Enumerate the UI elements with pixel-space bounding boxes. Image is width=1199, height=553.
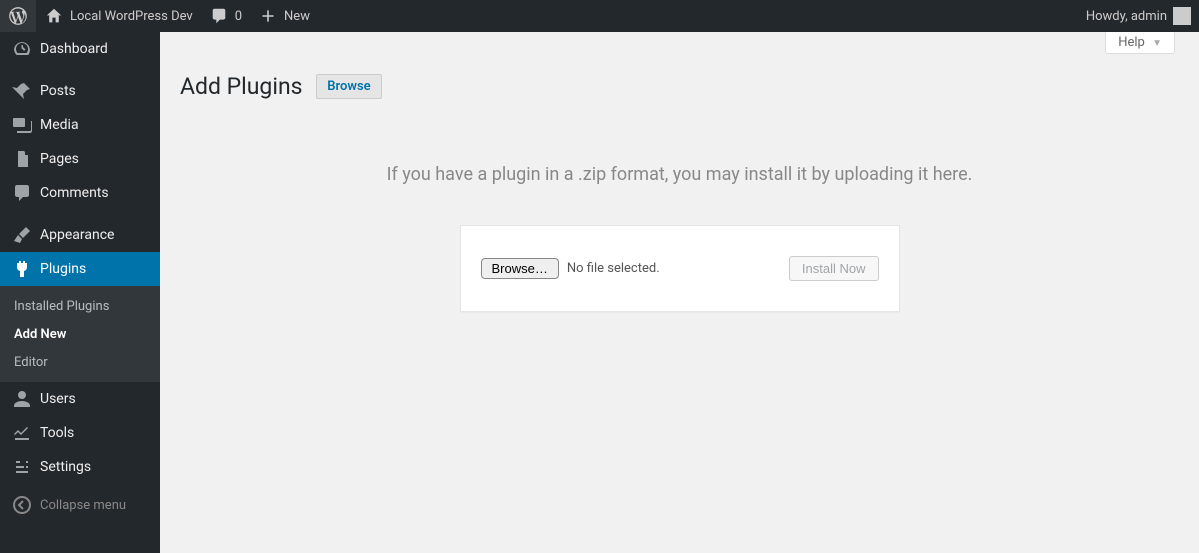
help-tab-label: Help [1118, 35, 1145, 50]
page-title: Add Plugins Browse [180, 64, 1179, 104]
home-icon [44, 6, 64, 26]
submenu-installed-plugins[interactable]: Installed Plugins [0, 292, 160, 320]
menu-settings-label: Settings [40, 459, 91, 475]
upload-plugin-form: Browse… No file selected. Install Now [460, 225, 900, 312]
menu-appearance-label: Appearance [40, 227, 114, 243]
file-selected-status: No file selected. [567, 261, 660, 276]
menu-media[interactable]: Media [0, 108, 160, 142]
menu-dashboard-label: Dashboard [40, 41, 108, 57]
howdy-text: Howdy, admin [1086, 9, 1167, 24]
settings-icon [12, 457, 32, 477]
new-content-label: New [284, 9, 310, 24]
chevron-down-icon: ▼ [1152, 38, 1162, 49]
pin-icon [12, 81, 32, 101]
menu-pages-label: Pages [40, 151, 79, 167]
wordpress-logo-icon [8, 6, 28, 26]
help-tab[interactable]: Help ▼ [1105, 32, 1175, 54]
menu-users-label: Users [40, 391, 76, 407]
collapse-menu[interactable]: Collapse menu [0, 488, 160, 522]
content-area: Help ▼ Add Plugins Browse If you have a … [160, 32, 1199, 553]
comments-link[interactable]: 0 [201, 0, 250, 32]
adminbar-left: Local WordPress Dev 0 New [0, 0, 318, 32]
admin-menu: Dashboard Posts Media Pages Comments App… [0, 32, 160, 553]
admin-toolbar: Local WordPress Dev 0 New Howdy, admin [0, 0, 1199, 32]
adminbar-right: Howdy, admin [1078, 0, 1199, 32]
plus-icon [258, 6, 278, 26]
menu-tools[interactable]: Tools [0, 416, 160, 450]
menu-media-label: Media [40, 117, 79, 133]
page-icon [12, 149, 32, 169]
new-content-link[interactable]: New [250, 0, 318, 32]
file-input-group: Browse… No file selected. [481, 258, 660, 279]
menu-plugins[interactable]: Plugins [0, 252, 160, 286]
submenu-editor[interactable]: Editor [0, 348, 160, 376]
collapse-menu-label: Collapse menu [40, 498, 126, 513]
menu-users[interactable]: Users [0, 382, 160, 416]
submenu-add-new[interactable]: Add New [0, 320, 160, 348]
site-name-text: Local WordPress Dev [70, 9, 193, 24]
comment-count: 0 [235, 9, 242, 24]
menu-pages[interactable]: Pages [0, 142, 160, 176]
users-icon [12, 389, 32, 409]
browse-plugins-button[interactable]: Browse [316, 74, 381, 99]
menu-comments[interactable]: Comments [0, 176, 160, 210]
tools-icon [12, 423, 32, 443]
my-account-link[interactable]: Howdy, admin [1078, 0, 1199, 32]
menu-posts-label: Posts [40, 83, 76, 99]
comment-icon [209, 6, 229, 26]
menu-tools-label: Tools [40, 425, 74, 441]
menu-plugins-label: Plugins [40, 261, 86, 277]
file-browse-button[interactable]: Browse… [481, 258, 559, 279]
page-title-text: Add Plugins [180, 73, 303, 100]
menu-comments-label: Comments [40, 185, 109, 201]
upload-instructions: If you have a plugin in a .zip format, y… [180, 164, 1179, 185]
comments-icon [12, 183, 32, 203]
plugin-icon [12, 259, 32, 279]
screen-meta-links: Help ▼ [160, 32, 1199, 54]
menu-dashboard[interactable]: Dashboard [0, 32, 160, 66]
wp-logo-menu[interactable] [0, 0, 36, 32]
brush-icon [12, 225, 32, 245]
collapse-icon [12, 495, 32, 515]
page-wrap: Add Plugins Browse If you have a plugin … [180, 64, 1179, 312]
menu-appearance[interactable]: Appearance [0, 218, 160, 252]
menu-posts[interactable]: Posts [0, 74, 160, 108]
media-icon [12, 115, 32, 135]
user-avatar-icon [1173, 7, 1191, 25]
dashboard-icon [12, 39, 32, 59]
install-now-button[interactable]: Install Now [789, 256, 879, 281]
plugins-submenu: Installed Plugins Add New Editor [0, 286, 160, 382]
menu-settings[interactable]: Settings [0, 450, 160, 484]
site-name-link[interactable]: Local WordPress Dev [36, 0, 201, 32]
